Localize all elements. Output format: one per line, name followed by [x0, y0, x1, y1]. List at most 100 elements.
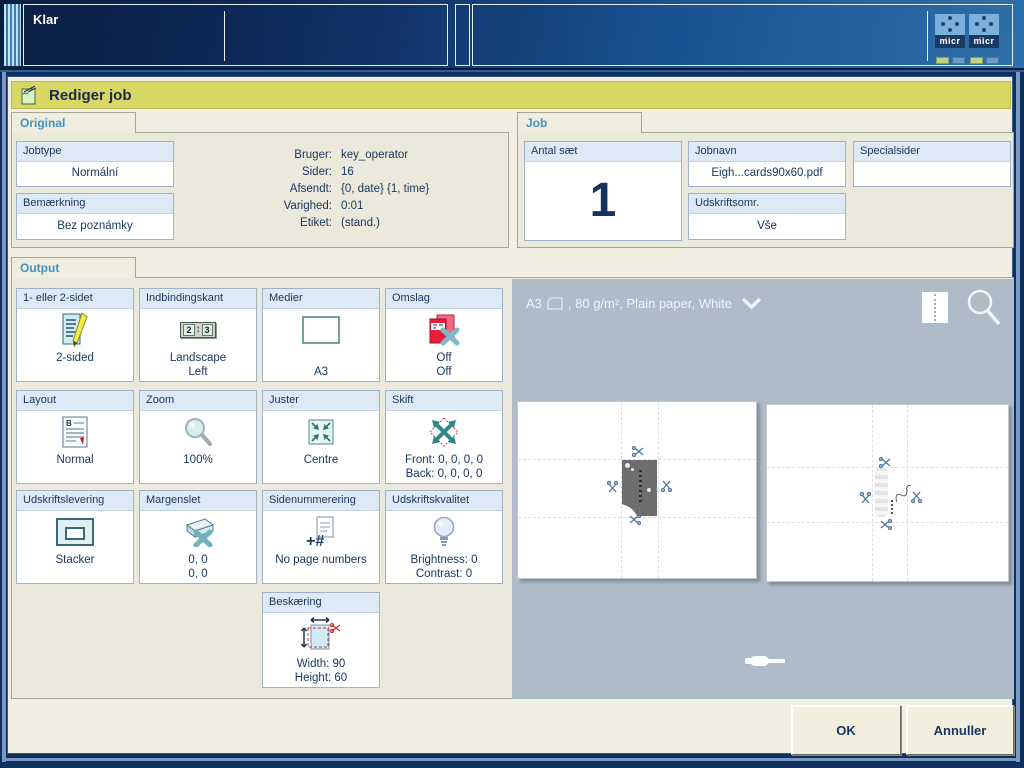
- jobtype-value: Normální: [71, 167, 119, 179]
- jobtype-label: Jobtype: [17, 142, 173, 162]
- align-tile[interactable]: Juster Centre: [262, 390, 380, 484]
- green-led: [970, 57, 983, 64]
- media-details: , 80 g/m², Plain paper, White: [567, 296, 732, 311]
- jobname-value: Eigh...cards90x60.pdf: [711, 167, 823, 179]
- micr-label: micr: [935, 35, 965, 48]
- lightbulb-icon: [432, 511, 456, 553]
- plug-icon: [745, 654, 787, 673]
- micr-dots-icon: [935, 14, 965, 35]
- delivery-label: Udskriftslevering: [17, 491, 133, 511]
- print-range-label: Udskriftsomr.: [689, 194, 845, 214]
- layout-label: Layout: [17, 391, 133, 411]
- job-info-block: Bruger: key_operator Sider: 16 Afsendt: …: [237, 147, 507, 232]
- micr-engine-1[interactable]: micr: [935, 14, 965, 64]
- scissors-icon: [632, 446, 644, 457]
- stacker-icon: [56, 511, 94, 553]
- covers-tile[interactable]: Omslag Off Off: [385, 288, 503, 382]
- zoom-tile[interactable]: Zoom 100%: [139, 390, 257, 484]
- jobtype-tile[interactable]: Jobtype Normální: [16, 141, 174, 187]
- copies-value: 1: [589, 173, 617, 227]
- binding-edge-tile[interactable]: Indbindingskant 2 ↕ 3 Landscape Left: [139, 288, 257, 382]
- card-front-artwork: [622, 460, 657, 516]
- page-numbering-label: Sidenummerering: [263, 491, 379, 511]
- sides-tile[interactable]: 1- eller 2-sidet 2-sided: [16, 288, 134, 382]
- jobname-tile[interactable]: Jobnavn Eigh...cards90x60.pdf: [688, 141, 846, 187]
- status-bar: Klar micr micr: [0, 0, 1024, 70]
- shift-label: Skift: [386, 391, 502, 411]
- binding-edge-label: Indbindingskant: [140, 289, 256, 309]
- covers-off-icon: [427, 309, 461, 351]
- chevron-down-icon: [741, 297, 762, 310]
- remark-tile[interactable]: Bemærkning Bez poznámky: [16, 193, 174, 240]
- two-sided-icon: [60, 309, 90, 351]
- special-pages-label: Specialsider: [854, 142, 1010, 162]
- align-label: Juster: [263, 391, 379, 411]
- frame-highlight: [0, 70, 1024, 72]
- micr-dots-icon: [969, 14, 999, 35]
- info-row-label: Etiket: (stand.): [300, 217, 380, 229]
- layout-tile[interactable]: Layout B Normal: [16, 390, 134, 484]
- output-section: 1- eller 2-sidet 2-sided Indbindingskant…: [11, 277, 1014, 699]
- media-icon: [301, 309, 341, 351]
- status-panel-small: [455, 4, 470, 66]
- edit-job-dialog: Rediger job Original Jobtype Normální Be…: [7, 76, 1014, 755]
- frame-accent-left: [2, 72, 6, 762]
- page-numbers-icon: +#: [304, 511, 338, 553]
- print-range-tile[interactable]: Udskriftsomr. Vše: [688, 193, 846, 240]
- status-panel-left: Klar: [23, 4, 448, 66]
- micr-label: micr: [969, 35, 999, 48]
- preview-zoom-icon[interactable]: [964, 287, 1004, 329]
- special-pages-tile[interactable]: Specialsider: [853, 141, 1011, 187]
- status-panel-divider: [224, 11, 225, 61]
- page-numbering-tile[interactable]: Sidenummerering +# No page numbers: [262, 490, 380, 584]
- media-label: Medier: [263, 289, 379, 309]
- ok-button[interactable]: OK: [791, 705, 901, 755]
- preview-page-back: [766, 404, 1009, 582]
- shift-arrows-icon: [427, 411, 461, 453]
- trim-icon: [300, 613, 342, 657]
- trim-tile[interactable]: Beskæring Width: 90 Height: 60: [262, 592, 380, 688]
- delivery-tile[interactable]: Udskriftslevering Stacker: [16, 490, 134, 584]
- info-row-user: Bruger: key_operator: [294, 149, 409, 161]
- green-led: [936, 57, 949, 64]
- svg-text:B: B: [66, 419, 72, 428]
- booklet-view-icon[interactable]: [922, 292, 948, 323]
- shift-tile[interactable]: Skift Front: 0, 0, 0, 0 Back: 0, 0, 0, 0: [385, 390, 503, 484]
- copies-tile[interactable]: Antal sæt 1: [524, 141, 682, 241]
- scissors-icon: [629, 514, 641, 525]
- status-panel-divider-2: [927, 11, 928, 61]
- micr-status-leds: [935, 57, 965, 64]
- margin-erase-tile[interactable]: Margenslet 0, 0 0, 0: [139, 490, 257, 584]
- media-selector[interactable]: A3 , 80 g/m², Plain paper, White: [526, 296, 762, 311]
- media-name: A3: [526, 296, 542, 311]
- edit-job-icon: [21, 85, 37, 105]
- media-page-icon: [547, 297, 563, 310]
- frame-accent-right: [1016, 72, 1020, 762]
- layout-normal-icon: B: [62, 411, 88, 453]
- blue-led: [986, 57, 999, 64]
- info-row-pages: Sider: 16: [301, 166, 354, 178]
- micr-engine-2[interactable]: micr: [969, 14, 999, 64]
- scissors-icon: [879, 457, 891, 468]
- frame-accent-bottom: [2, 758, 1020, 761]
- binding-edge-icon: 2 ↕ 3: [180, 309, 216, 351]
- print-quality-label: Udskriftskvalitet: [386, 491, 502, 511]
- media-tile[interactable]: Medier A3: [262, 288, 380, 382]
- margin-erase-label: Margenslet: [140, 491, 256, 511]
- dialog-title-bar: Rediger job: [11, 81, 1011, 109]
- tab-original[interactable]: Original: [11, 112, 136, 133]
- status-panel-right: micr micr: [472, 4, 1013, 66]
- cancel-button[interactable]: Annuller: [906, 705, 1014, 755]
- print-quality-tile[interactable]: Udskriftskvalitet Brightness: 0 Contrast:…: [385, 490, 503, 584]
- tab-output[interactable]: Output: [11, 257, 136, 278]
- copies-label: Antal sæt: [525, 142, 681, 162]
- job-section: Antal sæt 1 Jobnavn Eigh...cards90x60.pd…: [517, 132, 1014, 248]
- scissors-icon: [880, 519, 892, 530]
- info-row-sent: Afsendt: {0, date} {1, time}: [289, 183, 430, 195]
- tab-job[interactable]: Job: [517, 112, 642, 133]
- align-centre-icon: [308, 411, 334, 453]
- scissors-icon: [661, 480, 672, 492]
- svg-text:+#: +#: [306, 533, 324, 549]
- zoom-label: Zoom: [140, 391, 256, 411]
- scissors-icon: [911, 491, 922, 503]
